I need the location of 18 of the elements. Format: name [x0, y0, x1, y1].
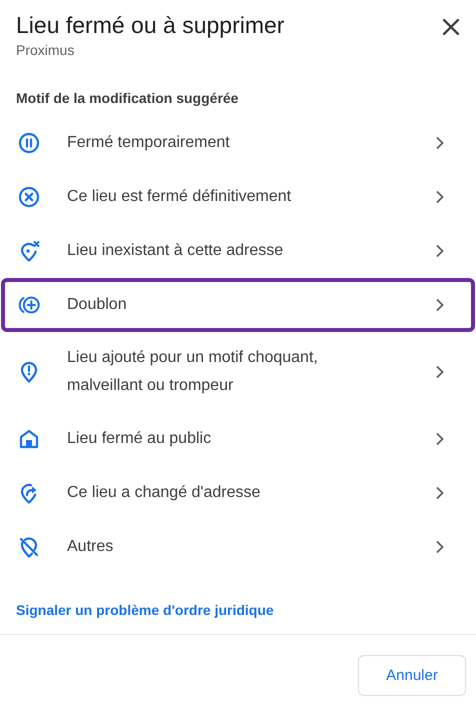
pin-off-icon — [17, 535, 41, 559]
chevron-icon — [435, 244, 445, 258]
chevron-icon — [435, 540, 445, 554]
legal-link[interactable]: Signaler un problème d'ordre juridique — [16, 602, 274, 618]
place-name: Proximus — [16, 42, 76, 58]
chevron-icon — [435, 365, 445, 379]
dialog-title: Lieu fermé ou à supprimer — [16, 11, 284, 40]
chevron-icon — [435, 136, 445, 150]
pause-icon — [17, 131, 41, 155]
chevron-icon — [435, 298, 445, 312]
home-icon — [17, 427, 41, 451]
chevron-icon — [435, 486, 445, 500]
cancel-icon — [17, 185, 41, 209]
section-label: Motif de la modification suggérée — [16, 90, 240, 106]
chevron-icon — [435, 190, 445, 204]
cancel-button[interactable]: Annuler — [358, 655, 466, 696]
reason-item[interactable]: Doublon — [1, 278, 475, 332]
chevron-icon — [435, 432, 445, 446]
